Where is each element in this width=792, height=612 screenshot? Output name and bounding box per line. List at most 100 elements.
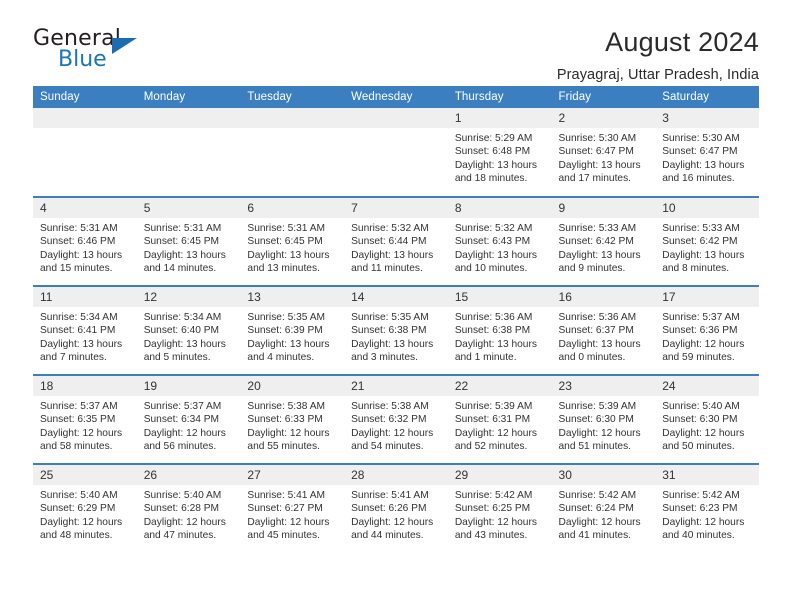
calendar-day-cell[interactable]: 31 Sunrise: 5:42 AM Sunset: 6:23 PM Dayligh… (655, 463, 759, 553)
calendar-table: Sunday Monday Tuesday Wednesday Thursday… (33, 86, 759, 553)
sunrise-text: Sunrise: 5:36 AM (558, 312, 637, 323)
sunrise-text: Sunrise: 5:31 AM (40, 223, 118, 234)
sunset-text: Sunset: 6:28 PM (143, 503, 220, 515)
day-sun-info: Sunrise: 5:33 AM Sunset: 6:42 PM Daylight:… (552, 218, 656, 276)
day-sun-info: Sunrise: 5:30 AM Sunset: 6:47 PM Daylight:… (655, 128, 759, 186)
calendar-day-cell[interactable]: 28 Sunrise: 5:41 AM Sunset: 6:26 PM Dayligh… (344, 463, 448, 553)
day-sun-info: Sunrise: 5:37 AM Sunset: 6:36 PM Daylight:… (655, 307, 759, 365)
day-number (240, 108, 345, 128)
daylight-text: Daylight: 13 hours and 16 minutes. (662, 159, 745, 185)
calendar-day-cell[interactable]: 22 Sunrise: 5:39 AM Sunset: 6:31 PM Dayligh… (447, 374, 552, 464)
day-sun-info: Sunrise: 5:32 AM Sunset: 6:43 PM Daylight:… (448, 218, 552, 276)
day-number: 15 (447, 287, 552, 307)
calendar-day-cell[interactable]: 1 Sunrise: 5:29 AM Sunset: 6:48 PM Daylight… (447, 108, 552, 197)
weekday-header-monday: Monday (136, 86, 241, 108)
sunrise-text: Sunrise: 5:30 AM (558, 133, 637, 144)
calendar-day-cell[interactable]: 29 Sunrise: 5:42 AM Sunset: 6:25 PM Dayligh… (447, 463, 552, 553)
day-sun-info: Sunrise: 5:38 AM Sunset: 6:33 PM Daylight:… (240, 396, 344, 454)
sunset-text: Sunset: 6:30 PM (558, 414, 634, 426)
sunrise-text: Sunrise: 5:37 AM (662, 312, 740, 323)
calendar-day-cell[interactable]: 16 Sunrise: 5:36 AM Sunset: 6:37 PM Dayligh… (551, 285, 656, 375)
sunrise-text: Sunrise: 5:39 AM (558, 401, 637, 412)
daylight-text: Daylight: 13 hours and 9 minutes. (558, 249, 641, 275)
daylight-text: Daylight: 12 hours and 54 minutes. (351, 427, 434, 453)
day-number: 10 (655, 198, 759, 218)
calendar-day-cell[interactable]: 14 Sunrise: 5:35 AM Sunset: 6:38 PM Dayligh… (344, 285, 448, 375)
calendar-day-cell[interactable]: 24 Sunrise: 5:40 AM Sunset: 6:30 PM Dayligh… (655, 374, 759, 464)
page-subtitle: Prayagraj, Uttar Pradesh, India (556, 66, 759, 83)
daylight-text: Daylight: 13 hours and 7 minutes. (40, 338, 123, 364)
calendar-day-cell[interactable]: 30 Sunrise: 5:42 AM Sunset: 6:24 PM Dayligh… (551, 463, 656, 553)
sunrise-text: Sunrise: 5:31 AM (247, 223, 325, 234)
day-number: 1 (447, 108, 552, 128)
sunrise-text: Sunrise: 5:40 AM (40, 490, 118, 501)
daylight-text: Daylight: 12 hours and 41 minutes. (558, 516, 641, 542)
day-sun-info: Sunrise: 5:41 AM Sunset: 6:26 PM Daylight:… (344, 485, 448, 543)
general-blue-logo[interactable]: General Blue (33, 26, 153, 78)
logo-text-blue: Blue (58, 47, 107, 72)
calendar-day-cell[interactable]: 11 Sunrise: 5:34 AM Sunset: 6:41 PM Dayligh… (33, 285, 137, 375)
day-number: 12 (136, 287, 241, 307)
day-number: 16 (551, 287, 656, 307)
sunset-text: Sunset: 6:40 PM (143, 325, 220, 337)
sunrise-text: Sunrise: 5:35 AM (351, 312, 429, 323)
calendar-day-cell[interactable]: 3 Sunrise: 5:30 AM Sunset: 6:47 PM Daylight… (655, 108, 759, 197)
calendar-day-cell[interactable]: 12 Sunrise: 5:34 AM Sunset: 6:40 PM Dayligh… (136, 285, 241, 375)
calendar-day-cell[interactable]: 6 Sunrise: 5:31 AM Sunset: 6:45 PM Daylight… (240, 196, 345, 286)
day-sun-info: Sunrise: 5:34 AM Sunset: 6:40 PM Daylight:… (137, 307, 241, 365)
sunrise-text: Sunrise: 5:32 AM (454, 223, 533, 234)
calendar-day-cell[interactable]: 5 Sunrise: 5:31 AM Sunset: 6:45 PM Daylight… (136, 196, 241, 286)
sunset-text: Sunset: 6:44 PM (351, 236, 427, 248)
sunrise-text: Sunrise: 5:42 AM (454, 490, 533, 501)
daylight-text: Daylight: 13 hours and 0 minutes. (558, 338, 641, 364)
sunrise-text: Sunrise: 5:33 AM (662, 223, 740, 234)
daylight-text: Daylight: 13 hours and 18 minutes. (454, 159, 537, 185)
day-number: 27 (240, 465, 345, 485)
calendar-day-cell[interactable]: 19 Sunrise: 5:37 AM Sunset: 6:34 PM Dayligh… (136, 374, 241, 464)
calendar-day-cell[interactable]: 25 Sunrise: 5:40 AM Sunset: 6:29 PM Dayligh… (33, 463, 137, 553)
calendar-week-row: 18 Sunrise: 5:37 AM Sunset: 6:35 PM Dayligh… (33, 374, 759, 464)
day-number: 17 (655, 287, 759, 307)
calendar-day-cell[interactable]: 21 Sunrise: 5:38 AM Sunset: 6:32 PM Dayligh… (344, 374, 448, 464)
sunset-text: Sunset: 6:33 PM (247, 414, 323, 426)
daylight-text: Daylight: 12 hours and 51 minutes. (558, 427, 641, 453)
day-number: 29 (447, 465, 552, 485)
calendar-day-cell[interactable]: 20 Sunrise: 5:38 AM Sunset: 6:33 PM Dayligh… (240, 374, 345, 464)
calendar-day-cell[interactable]: 10 Sunrise: 5:33 AM Sunset: 6:42 PM Dayligh… (655, 196, 759, 286)
page-title: August 2024 (605, 27, 759, 57)
calendar-day-cell[interactable]: 18 Sunrise: 5:37 AM Sunset: 6:35 PM Dayligh… (33, 374, 137, 464)
calendar-day-cell[interactable]: 13 Sunrise: 5:35 AM Sunset: 6:39 PM Dayligh… (240, 285, 345, 375)
page-header: General Blue August 2024 Prayagraj, Utta… (33, 0, 759, 83)
day-sun-info: Sunrise: 5:40 AM Sunset: 6:30 PM Daylight:… (655, 396, 759, 454)
calendar-day-cell[interactable]: 27 Sunrise: 5:41 AM Sunset: 6:27 PM Dayligh… (240, 463, 345, 553)
day-sun-info: Sunrise: 5:40 AM Sunset: 6:29 PM Daylight:… (33, 485, 137, 543)
calendar-day-cell[interactable]: 23 Sunrise: 5:39 AM Sunset: 6:30 PM Dayligh… (551, 374, 656, 464)
calendar-day-cell[interactable]: 4 Sunrise: 5:31 AM Sunset: 6:46 PM Daylight… (33, 196, 137, 286)
calendar-day-cell[interactable]: 9 Sunrise: 5:33 AM Sunset: 6:42 PM Daylight… (551, 196, 656, 286)
day-number (33, 108, 137, 128)
daylight-text: Daylight: 12 hours and 55 minutes. (247, 427, 330, 453)
sunrise-text: Sunrise: 5:30 AM (662, 133, 740, 144)
sunrise-text: Sunrise: 5:42 AM (558, 490, 637, 501)
calendar-day-cell[interactable]: 8 Sunrise: 5:32 AM Sunset: 6:43 PM Daylight… (447, 196, 552, 286)
calendar-day-cell[interactable]: 17 Sunrise: 5:37 AM Sunset: 6:36 PM Dayligh… (655, 285, 759, 375)
day-number: 11 (33, 287, 137, 307)
day-number: 14 (344, 287, 448, 307)
sunrise-text: Sunrise: 5:32 AM (351, 223, 429, 234)
weekday-header-wednesday: Wednesday (344, 86, 448, 108)
day-sun-info: Sunrise: 5:35 AM Sunset: 6:38 PM Daylight:… (344, 307, 448, 365)
calendar-week-row: 1 Sunrise: 5:29 AM Sunset: 6:48 PM Daylight… (33, 108, 759, 197)
calendar-day-cell[interactable]: 7 Sunrise: 5:32 AM Sunset: 6:44 PM Daylight… (344, 196, 448, 286)
day-number: 28 (344, 465, 448, 485)
daylight-text: Daylight: 13 hours and 4 minutes. (247, 338, 330, 364)
calendar-day-cell[interactable]: 2 Sunrise: 5:30 AM Sunset: 6:47 PM Daylight… (551, 108, 656, 197)
day-number: 6 (240, 198, 345, 218)
calendar-day-cell[interactable]: 26 Sunrise: 5:40 AM Sunset: 6:28 PM Dayligh… (136, 463, 241, 553)
sunrise-text: Sunrise: 5:37 AM (40, 401, 118, 412)
day-sun-info: Sunrise: 5:33 AM Sunset: 6:42 PM Daylight:… (655, 218, 759, 276)
daylight-text: Daylight: 13 hours and 8 minutes. (662, 249, 745, 275)
sunset-text: Sunset: 6:30 PM (662, 414, 738, 426)
daylight-text: Daylight: 12 hours and 52 minutes. (454, 427, 537, 453)
calendar-day-cell[interactable]: 15 Sunrise: 5:36 AM Sunset: 6:38 PM Dayligh… (447, 285, 552, 375)
calendar-cell-empty (240, 108, 345, 197)
